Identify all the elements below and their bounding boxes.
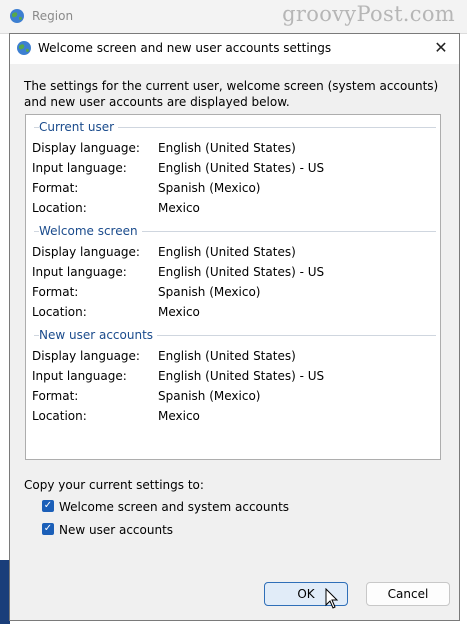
group-header: Welcome screen <box>39 223 142 239</box>
checkbox-label: New user accounts <box>59 523 174 537</box>
checkmark-icon[interactable]: ✓ <box>42 523 54 535</box>
row-value: English (United States) <box>158 349 296 363</box>
dialog-description: The settings for the current user, welco… <box>24 79 439 109</box>
row-label: Format: <box>32 285 79 299</box>
close-button[interactable]: ✕ <box>431 38 451 58</box>
row-value: English (United States) <box>158 245 296 259</box>
row-label: Format: <box>32 389 79 403</box>
row-value: Spanish (Mexico) <box>158 285 261 299</box>
group-header: Current user <box>39 119 119 135</box>
row-value: Spanish (Mexico) <box>158 389 261 403</box>
row-label: Location: <box>32 409 87 423</box>
row-value: English (United States) - US <box>158 161 325 175</box>
cancel-button[interactable]: Cancel <box>366 582 450 606</box>
checkmark-icon[interactable]: ✓ <box>42 500 54 512</box>
row-label: Input language: <box>32 369 127 383</box>
row-value: English (United States) - US <box>158 369 325 383</box>
row-label: Input language: <box>32 265 127 279</box>
row-label: Format: <box>32 181 79 195</box>
settings-panel: Current user Display language: English (… <box>25 114 441 460</box>
row-value: English (United States) - US <box>158 265 325 279</box>
parent-window-title: Region <box>32 9 74 23</box>
parent-titlebar: Region groovyPost.com <box>0 0 467 34</box>
row-label: Display language: <box>32 245 140 259</box>
dialog-title: Welcome screen and new user accounts set… <box>38 41 332 55</box>
row-label: Display language: <box>32 141 140 155</box>
globe-icon <box>10 9 24 23</box>
dialog-titlebar: Welcome screen and new user accounts set… <box>10 34 459 64</box>
row-label: Input language: <box>32 161 127 175</box>
row-value: Mexico <box>158 201 200 215</box>
row-label: Display language: <box>32 349 140 363</box>
copy-settings-label: Copy your current settings to: <box>24 478 204 492</box>
row-label: Location: <box>32 201 87 215</box>
row-value: English (United States) <box>158 141 296 155</box>
settings-dialog: Welcome screen and new user accounts set… <box>9 33 460 621</box>
mouse-cursor-icon <box>325 588 339 609</box>
watermark: groovyPost.com <box>282 2 455 26</box>
row-value: Mexico <box>158 409 200 423</box>
row-value: Mexico <box>158 305 200 319</box>
checkbox-label: Welcome screen and system accounts <box>59 500 290 514</box>
group-header: New user accounts <box>39 327 158 343</box>
row-value: Spanish (Mexico) <box>158 181 261 195</box>
close-icon: ✕ <box>434 38 448 57</box>
globe-icon <box>17 41 31 55</box>
row-label: Location: <box>32 305 87 319</box>
